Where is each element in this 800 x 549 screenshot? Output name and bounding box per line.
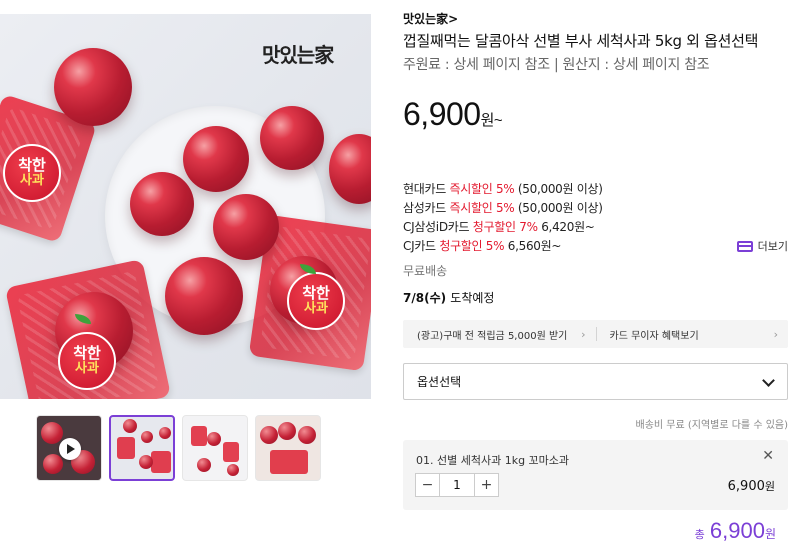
chevron-right-icon: ›: [773, 328, 778, 341]
brand-link[interactable]: 맛있는家>: [403, 10, 458, 27]
credit-card-icon: [736, 240, 753, 252]
product-meta: 주원료 : 상세 페이지 참조 | 원산지 : 상세 페이지 참조: [403, 57, 710, 73]
thumbnail-image[interactable]: [182, 415, 248, 481]
option-name: 01. 선별 세척사과 1kg 꼬마소과: [416, 454, 570, 467]
thumbnail-strip: [36, 415, 321, 481]
decrease-button[interactable]: −: [416, 474, 439, 496]
increase-button[interactable]: +: [475, 474, 498, 496]
promo-card-link[interactable]: 카드 무이자 혜택보기 ›: [595, 320, 789, 348]
apple: [165, 257, 243, 335]
apple: [54, 48, 132, 126]
promo-bar: (광고)구매 전 적립금 5,000원 받기 › 카드 무이자 혜택보기 ›: [403, 320, 788, 348]
product-title: 껍질째먹는 달콤아삭 선별 부사 세척사과 5kg 외 옵션선택: [403, 32, 759, 50]
chevron-right-icon: ›: [581, 328, 586, 341]
card-offer-row: 현대카드 즉시할인 5% (50,000원 이상): [403, 182, 603, 196]
card-offer-row: CJ카드 청구할인 5% 6,560원~: [403, 239, 562, 253]
promo-points-link[interactable]: (광고)구매 전 적립금 5,000원 받기 ›: [403, 320, 596, 348]
close-icon[interactable]: ✕: [762, 448, 774, 464]
brand-badge: 착한 사과: [287, 272, 345, 330]
quantity-stepper: − 1 +: [415, 473, 499, 497]
delivery-note: 배송비 무료 (지역별로 다를 수 있음): [635, 420, 789, 431]
shipping-info: 무료배송: [403, 264, 448, 278]
brand-badge: 착한 사과: [3, 144, 61, 202]
option-price: 6,900원: [727, 479, 775, 494]
apple: [260, 106, 324, 170]
total-price: 총 6,900원: [694, 518, 776, 543]
play-icon[interactable]: [59, 438, 81, 460]
selected-option: 01. 선별 세척사과 1kg 꼬마소과 ✕ − 1 + 6,900원: [403, 440, 788, 510]
apple: [213, 194, 279, 260]
apple: [329, 134, 371, 204]
option-select[interactable]: 옵션선택: [403, 363, 788, 400]
card-offer-row: 삼성카드 즉시할인 5% (50,000원 이상): [403, 201, 603, 215]
card-offer-row: CJ삼성iD카드 청구할인 7% 6,420원~: [403, 220, 595, 234]
product-main-image[interactable]: 착한 사과 착한 사과 착한 사과 맛있는家: [0, 14, 371, 399]
thumbnail-video[interactable]: [36, 415, 102, 481]
brand-logo: 맛있는家: [262, 43, 334, 67]
more-button[interactable]: 더보기: [736, 238, 788, 254]
brand-badge: 착한 사과: [58, 332, 116, 390]
thumbnail-image[interactable]: [255, 415, 321, 481]
product-price: 6,900원~: [403, 96, 503, 132]
quantity-input[interactable]: 1: [439, 474, 475, 496]
thumbnail-image[interactable]: [109, 415, 175, 481]
chevron-down-icon: [762, 374, 775, 387]
card-offers: 현대카드 즉시할인 5% (50,000원 이상) 삼성카드 즉시할인 5% (…: [403, 180, 603, 256]
arrival-info: 7/8(수) 도착예정: [403, 291, 495, 305]
apple: [130, 172, 194, 236]
apple: [183, 126, 249, 192]
